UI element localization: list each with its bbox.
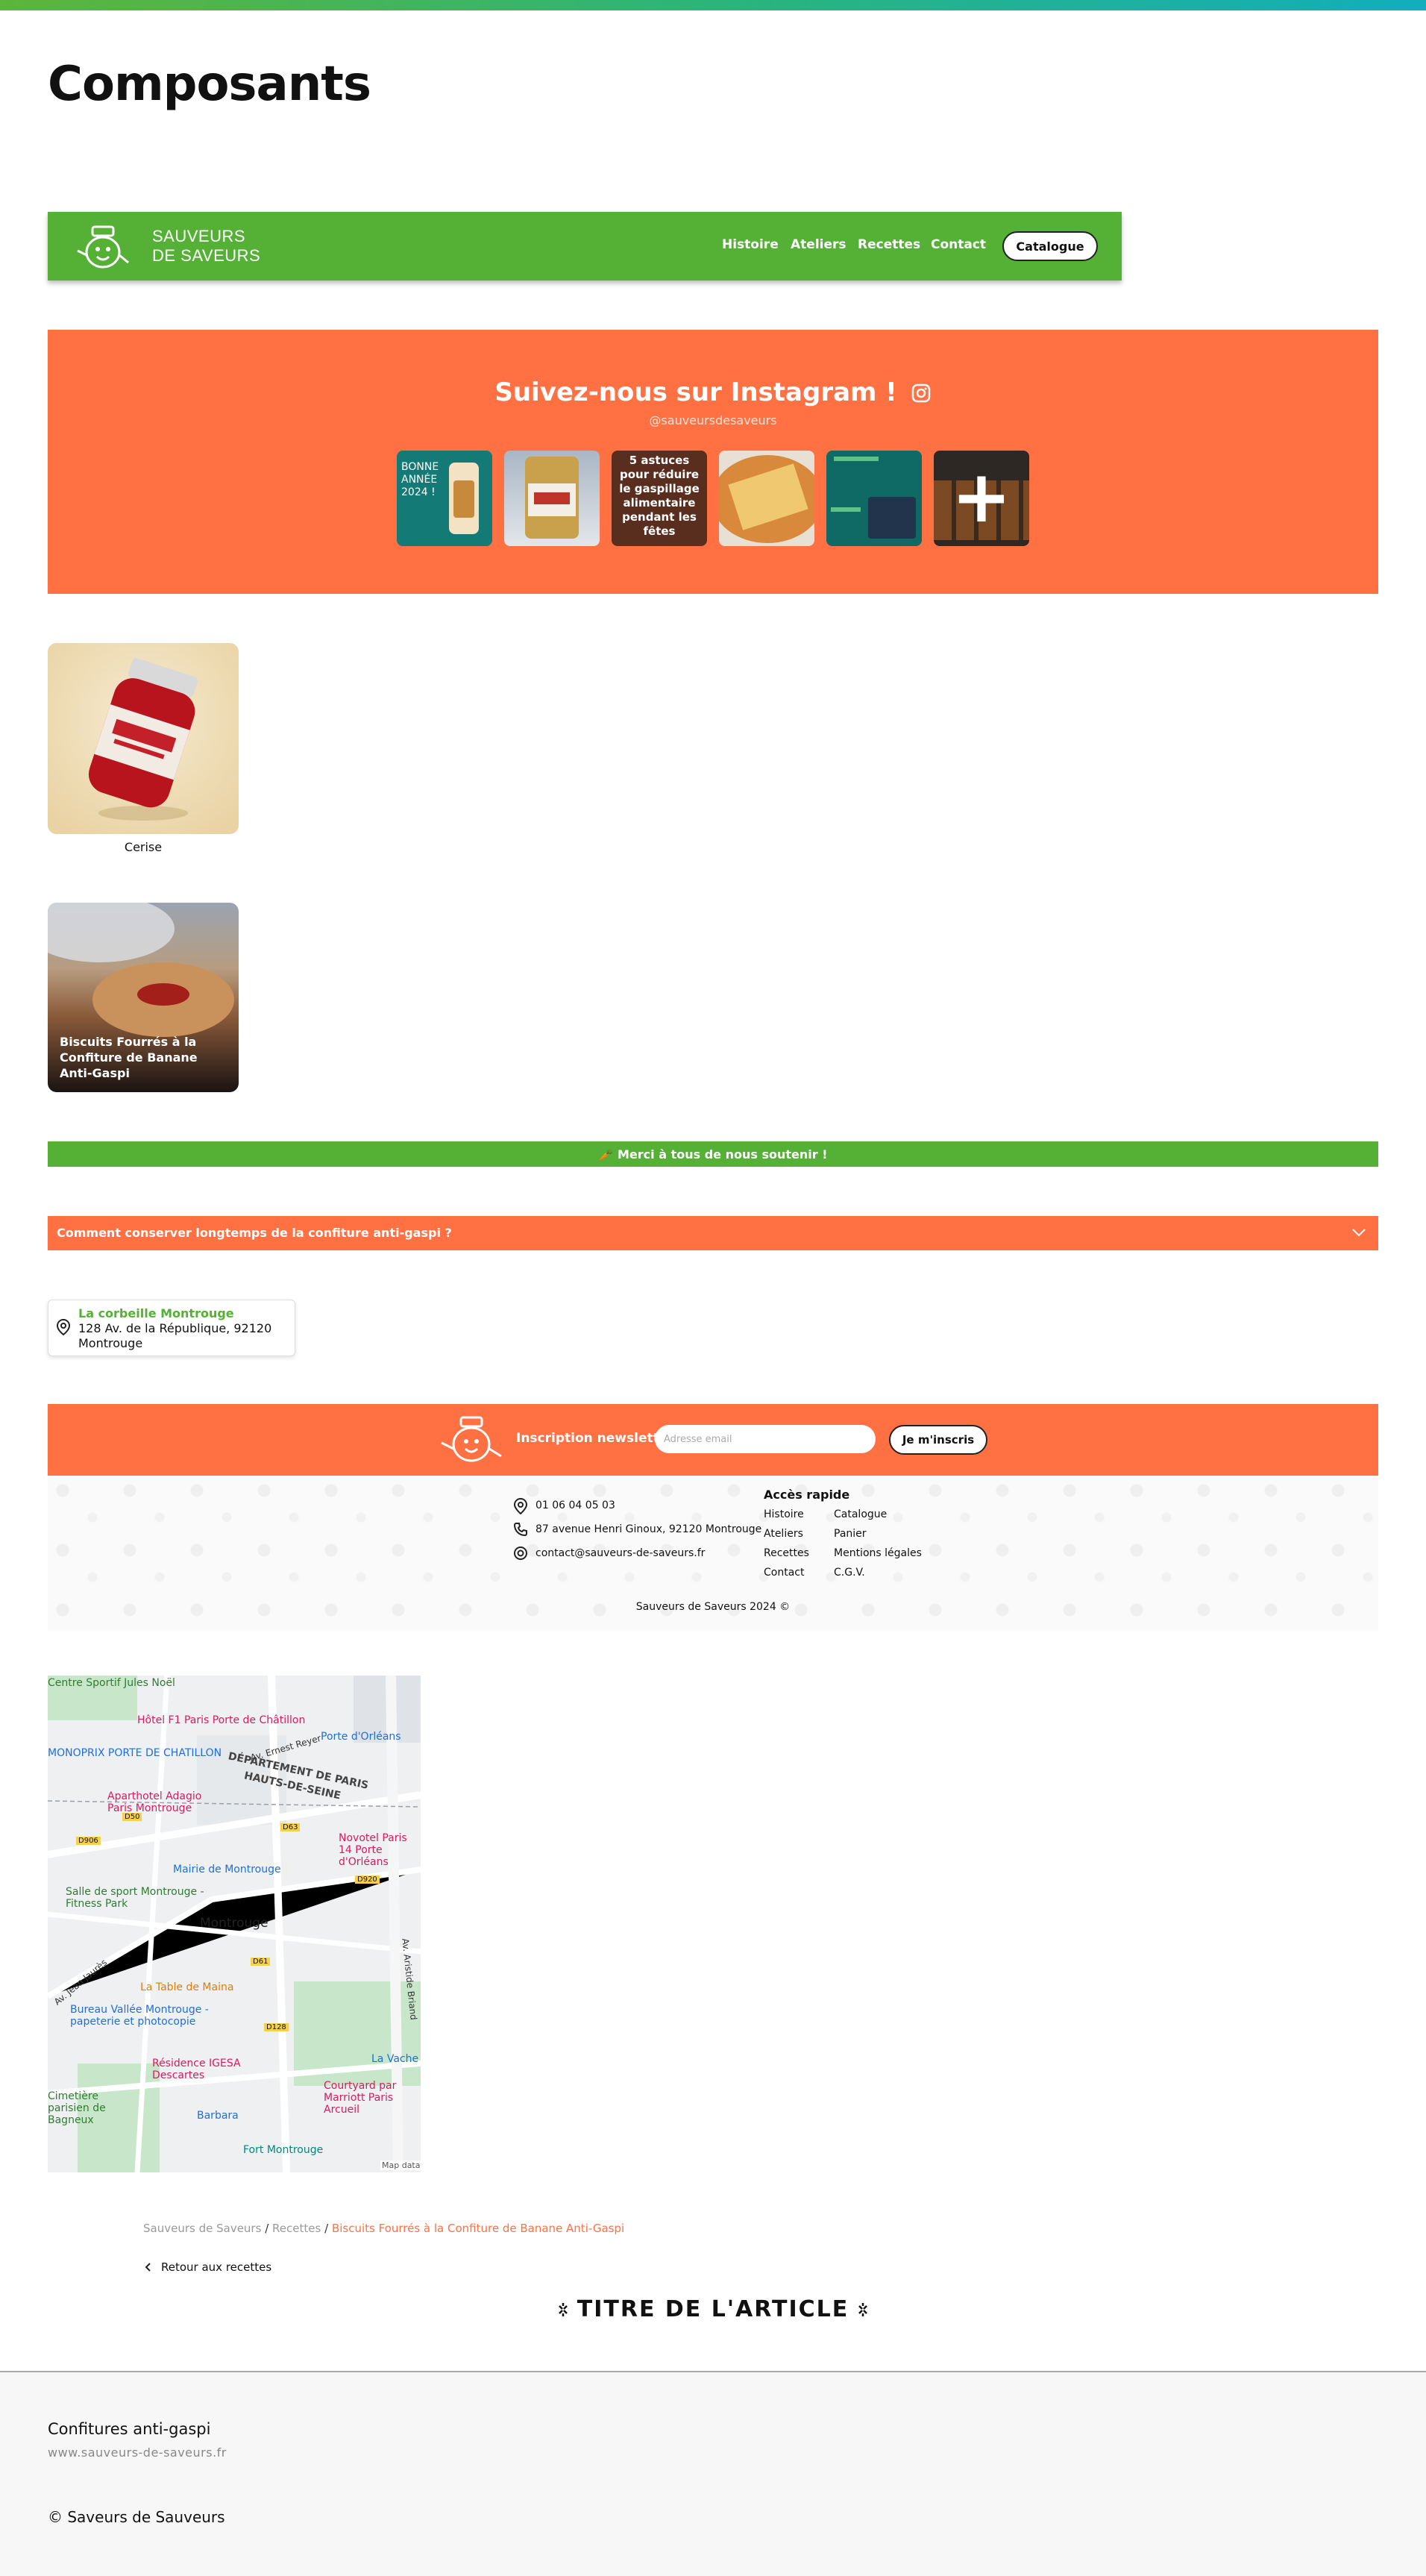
map-label[interactable]: Courtyard par Marriott Paris Arcueil	[324, 2080, 421, 2116]
newsletter-bar: Inscription newsletter Je m'inscris	[48, 1404, 1378, 1476]
faq-accordion[interactable]: Comment conserver longtemps de la confit…	[48, 1216, 1378, 1250]
map[interactable]: Centre Sportif Jules Noël Hôtel F1 Paris…	[48, 1676, 421, 2172]
newsletter-label: Inscription newsletter	[516, 1431, 674, 1446]
page-title: Composants	[48, 57, 371, 112]
road-shield: D50	[122, 1813, 142, 1821]
catalogue-button[interactable]: Catalogue	[1002, 231, 1098, 261]
map-label[interactable]: Résidence IGESA Descartes	[152, 2058, 264, 2081]
map-label[interactable]: La Vache	[371, 2053, 418, 2065]
footer-contact: 01 06 04 05 03 87 avenue Henri Ginoux, 9…	[48, 1476, 1378, 1631]
footer-copyright-notice: © Saveurs de Sauveurs	[48, 2508, 225, 2526]
footer-site-url[interactable]: www.sauveurs-de-saveurs.fr	[48, 2445, 227, 2460]
footer-copyright: Sauveurs de Saveurs 2024 ©	[635, 1601, 791, 1613]
map-label[interactable]: Aparthotel Adagio Paris Montrouge	[107, 1790, 227, 1814]
map-label[interactable]: Cimetière parisien de Bagneux	[48, 2090, 130, 2126]
footer-link-mentions[interactable]: Mentions légales	[834, 1547, 922, 1559]
quick-access-title: Accès rapide	[764, 1488, 850, 1502]
footer-address: 87 avenue Henri Ginoux, 92120 Montrouge	[535, 1523, 762, 1535]
faq-question: Comment conserver longtemps de la confit…	[57, 1226, 452, 1240]
map-attribution[interactable]: Map data	[380, 2160, 421, 2170]
phone-icon	[513, 1523, 527, 1537]
nav-item-recettes[interactable]: Recettes	[858, 237, 920, 252]
footer-link-ateliers[interactable]: Ateliers	[764, 1528, 803, 1540]
recipe-title: Biscuits Fourrés à la Confiture de Banan…	[60, 1035, 198, 1080]
map-label[interactable]: Barbara	[197, 2110, 239, 2122]
sparkle-icon	[858, 2303, 868, 2316]
breadcrumb-recettes[interactable]: Recettes	[272, 2222, 321, 2235]
top-gradient-bar	[0, 0, 1426, 10]
site-footer: Confitures anti-gaspi www.sauveurs-de-sa…	[0, 2371, 1426, 2576]
cookie-image	[48, 903, 175, 962]
mascot-logo-icon[interactable]	[73, 221, 133, 273]
location-pin-icon	[56, 1318, 71, 1336]
instagram-icon[interactable]	[911, 383, 932, 404]
location-pin-icon	[513, 1498, 528, 1514]
plus-icon: +	[951, 455, 1012, 539]
footer-link-panier[interactable]: Panier	[834, 1528, 867, 1540]
store-address: 128 Av. de la République, 92120 Montroug…	[78, 1321, 272, 1350]
instagram-post[interactable]	[826, 451, 922, 546]
road-shield: D63	[280, 1823, 301, 1831]
map-label[interactable]: Mairie de Montrouge	[173, 1864, 281, 1875]
instagram-handle[interactable]: @sauveursdesaveurs	[48, 413, 1378, 427]
instagram-post[interactable]: 5 astuces pour réduire le gaspillage ali…	[612, 451, 707, 546]
map-label[interactable]: Hôtel F1 Paris Porte de Châtillon	[137, 1714, 305, 1726]
at-sign-icon	[514, 1546, 527, 1560]
road-shield: D61	[251, 1958, 271, 1966]
instagram-post[interactable]	[719, 451, 814, 546]
jam-jar-icon	[48, 643, 239, 834]
map-label[interactable]: MONOPRIX PORTE DE CHATILLON	[48, 1747, 222, 1759]
nav-item-ateliers[interactable]: Ateliers	[791, 237, 847, 252]
chevron-down-icon[interactable]	[1350, 1223, 1368, 1241]
map-label: Montrouge	[200, 1916, 268, 1931]
map-label[interactable]: Fort Montrouge	[243, 2144, 323, 2156]
nav-item-contact[interactable]: Contact	[931, 237, 986, 252]
instagram-post[interactable]	[504, 451, 600, 546]
sparkle-icon	[558, 2303, 568, 2316]
site-header: SAUVEURS DE SAVEURS Histoire Ateliers Rec…	[48, 212, 1122, 281]
brand-name: SAUVEURS DE SAVEURS	[152, 227, 261, 265]
breadcrumb: Sauveurs de Saveurs / Recettes / Biscuit…	[143, 2222, 625, 2235]
instagram-post[interactable]: BONNE ANNÉE 2024 !	[397, 451, 492, 546]
footer-link-histoire[interactable]: Histoire	[764, 1508, 804, 1520]
chevron-left-icon	[145, 2263, 151, 2272]
road-shield: D128	[264, 2023, 289, 2031]
nav-item-histoire[interactable]: Histoire	[722, 237, 779, 252]
email-input[interactable]	[655, 1425, 876, 1453]
product-image[interactable]	[48, 643, 239, 834]
footer-link-catalogue[interactable]: Catalogue	[834, 1508, 887, 1520]
instagram-section: Suivez-nous sur Instagram ! @sauveursdes…	[48, 330, 1378, 594]
footer-link-contact[interactable]: Contact	[764, 1567, 804, 1579]
back-to-recipes-link[interactable]: Retour aux recettes	[143, 2260, 271, 2274]
product-name[interactable]: Cerise	[48, 840, 239, 854]
store-card[interactable]: La corbeille Montrouge 128 Av. de la Rép…	[48, 1300, 295, 1356]
map-label[interactable]: Salle de sport Montrouge - Fitness Park	[66, 1886, 215, 1910]
subscribe-button[interactable]: Je m'inscris	[889, 1425, 987, 1455]
map-label[interactable]: Porte d'Orléans	[321, 1731, 401, 1743]
support-banner: 🥕 Merci à tous de nous soutenir !	[48, 1141, 1378, 1167]
instagram-title: Suivez-nous sur Instagram !	[48, 377, 1378, 407]
mascot-icon	[441, 1416, 502, 1462]
map-label[interactable]: Bureau Vallée Montrouge - papeterie et p…	[70, 2004, 219, 2028]
map-label[interactable]: Novotel Paris 14 Porte d'Orléans	[339, 1832, 421, 1868]
footer-email[interactable]: contact@sauveurs-de-saveurs.fr	[535, 1547, 705, 1559]
map-label[interactable]: La Table de Maina	[140, 1981, 233, 1993]
footer-phone[interactable]: 01 06 04 05 03	[535, 1499, 615, 1511]
recipe-card[interactable]: Biscuits Fourrés à la Confiture de Banan…	[48, 903, 239, 1092]
article-title: TITRE DE L'ARTICLE	[0, 2296, 1426, 2322]
road-shield: D920	[355, 1875, 380, 1884]
store-name[interactable]: La corbeille Montrouge	[78, 1306, 234, 1320]
footer-link-recettes[interactable]: Recettes	[764, 1547, 809, 1559]
breadcrumb-home[interactable]: Sauveurs de Saveurs	[143, 2222, 261, 2235]
footer-site-name: Confitures anti-gaspi	[48, 2420, 211, 2438]
map-label[interactable]: Centre Sportif Jules Noël	[48, 1677, 175, 1689]
footer-link-cgv[interactable]: C.G.V.	[834, 1567, 865, 1579]
breadcrumb-current: Biscuits Fourrés à la Confiture de Banan…	[331, 2222, 625, 2235]
instagram-post-more[interactable]: +	[934, 451, 1029, 546]
road-shield: D906	[76, 1837, 101, 1845]
